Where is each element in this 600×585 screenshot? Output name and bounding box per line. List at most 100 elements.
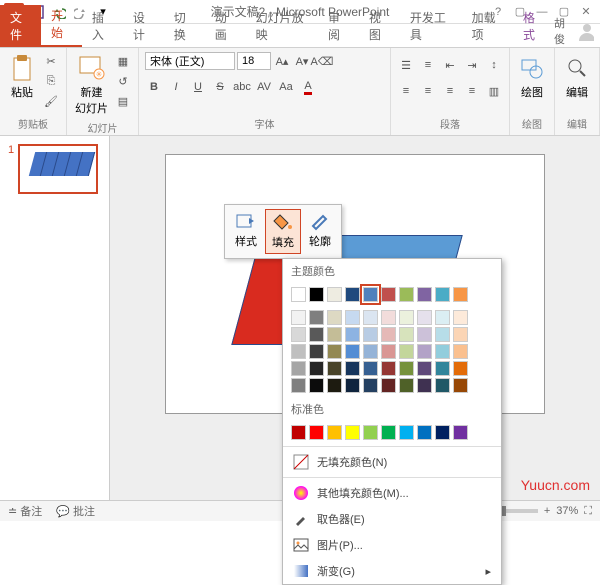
- avatar-icon[interactable]: [577, 21, 594, 41]
- color-swatch[interactable]: [363, 287, 378, 302]
- tab-format[interactable]: 格式: [513, 5, 554, 47]
- picture-fill-item[interactable]: 图片(P)...: [283, 532, 501, 558]
- color-swatch[interactable]: [417, 378, 432, 393]
- thumbnail-panel[interactable]: 1: [0, 136, 110, 500]
- new-slide-button[interactable]: ✳ 新建 幻灯片: [73, 52, 110, 118]
- decrease-font-icon[interactable]: A▾: [293, 52, 311, 70]
- color-swatch[interactable]: [453, 344, 468, 359]
- gradient-fill-item[interactable]: 渐变(G) ▸: [283, 558, 501, 584]
- zoom-value[interactable]: 37%: [556, 505, 578, 517]
- format-painter-icon[interactable]: 🖌: [42, 92, 60, 110]
- color-swatch[interactable]: [381, 378, 396, 393]
- strike-icon[interactable]: S: [211, 78, 229, 96]
- color-swatch[interactable]: [345, 287, 360, 302]
- outline-button[interactable]: 轮廓: [303, 209, 337, 254]
- color-swatch[interactable]: [363, 327, 378, 342]
- color-swatch[interactable]: [291, 344, 306, 359]
- style-button[interactable]: 样式: [229, 209, 263, 254]
- color-swatch[interactable]: [399, 344, 414, 359]
- color-swatch[interactable]: [327, 378, 342, 393]
- clear-format-icon[interactable]: A⌫: [313, 52, 331, 70]
- color-swatch[interactable]: [381, 425, 396, 440]
- bold-icon[interactable]: B: [145, 78, 163, 96]
- user-name[interactable]: 胡俊: [554, 15, 573, 47]
- color-swatch[interactable]: [309, 287, 324, 302]
- color-swatch[interactable]: [309, 425, 324, 440]
- tab-transition[interactable]: 切换: [164, 5, 205, 47]
- reset-icon[interactable]: ↺: [114, 72, 132, 90]
- bullets-icon[interactable]: ☰: [397, 56, 415, 74]
- notes-button[interactable]: ≐ 备注: [8, 503, 42, 519]
- color-swatch[interactable]: [435, 287, 450, 302]
- fit-icon[interactable]: ⛶: [584, 505, 592, 518]
- color-swatch[interactable]: [327, 425, 342, 440]
- tab-addins[interactable]: 加载项: [462, 5, 513, 47]
- font-size-select[interactable]: 18: [237, 52, 271, 70]
- tab-animation[interactable]: 动画: [205, 5, 246, 47]
- color-swatch[interactable]: [345, 344, 360, 359]
- italic-icon[interactable]: I: [167, 78, 185, 96]
- color-swatch[interactable]: [291, 310, 306, 325]
- tab-home[interactable]: 开始: [41, 3, 82, 47]
- spacing-icon[interactable]: AV: [255, 78, 273, 96]
- section-icon[interactable]: ▤: [114, 92, 132, 110]
- color-swatch[interactable]: [345, 327, 360, 342]
- color-swatch[interactable]: [327, 344, 342, 359]
- color-swatch[interactable]: [453, 361, 468, 376]
- color-swatch[interactable]: [435, 327, 450, 342]
- font-name-select[interactable]: 宋体 (正文): [145, 52, 235, 70]
- color-swatch[interactable]: [453, 287, 468, 302]
- tab-developer[interactable]: 开发工具: [400, 5, 462, 47]
- color-swatch[interactable]: [345, 361, 360, 376]
- tab-slideshow[interactable]: 幻灯片放映: [246, 5, 318, 47]
- color-swatch[interactable]: [453, 378, 468, 393]
- more-colors-item[interactable]: 其他填充颜色(M)...: [283, 480, 501, 506]
- color-swatch[interactable]: [417, 327, 432, 342]
- numbering-icon[interactable]: ≡: [419, 56, 437, 74]
- color-swatch[interactable]: [417, 344, 432, 359]
- color-swatch[interactable]: [399, 310, 414, 325]
- color-swatch[interactable]: [435, 361, 450, 376]
- color-swatch[interactable]: [435, 310, 450, 325]
- color-swatch[interactable]: [291, 425, 306, 440]
- color-swatch[interactable]: [309, 310, 324, 325]
- color-swatch[interactable]: [327, 310, 342, 325]
- editing-button[interactable]: 编辑: [561, 52, 593, 102]
- line-spacing-icon[interactable]: ↕: [485, 56, 503, 74]
- slide-thumbnail[interactable]: [18, 144, 98, 194]
- color-swatch[interactable]: [399, 425, 414, 440]
- color-swatch[interactable]: [291, 378, 306, 393]
- color-swatch[interactable]: [327, 287, 342, 302]
- color-swatch[interactable]: [417, 310, 432, 325]
- comments-button[interactable]: 💬 批注: [56, 503, 95, 519]
- drawing-button[interactable]: 绘图: [516, 52, 548, 102]
- color-swatch[interactable]: [453, 425, 468, 440]
- color-swatch[interactable]: [309, 361, 324, 376]
- cut-icon[interactable]: ✂: [42, 52, 60, 70]
- columns-icon[interactable]: ▥: [485, 82, 503, 100]
- color-swatch[interactable]: [417, 287, 432, 302]
- color-swatch[interactable]: [435, 344, 450, 359]
- color-swatch[interactable]: [345, 310, 360, 325]
- tab-insert[interactable]: 插入: [82, 5, 123, 47]
- color-swatch[interactable]: [309, 327, 324, 342]
- color-swatch[interactable]: [363, 425, 378, 440]
- color-swatch[interactable]: [399, 327, 414, 342]
- color-swatch[interactable]: [291, 327, 306, 342]
- indent-inc-icon[interactable]: ⇥: [463, 56, 481, 74]
- color-swatch[interactable]: [399, 361, 414, 376]
- align-left-icon[interactable]: ≡: [397, 82, 415, 100]
- copy-icon[interactable]: ⎘: [42, 72, 60, 90]
- fill-button[interactable]: 填充: [265, 209, 301, 254]
- color-swatch[interactable]: [435, 378, 450, 393]
- tab-design[interactable]: 设计: [123, 5, 164, 47]
- zoom-in-icon[interactable]: +: [544, 505, 550, 517]
- color-swatch[interactable]: [291, 287, 306, 302]
- color-swatch[interactable]: [453, 327, 468, 342]
- justify-icon[interactable]: ≡: [463, 82, 481, 100]
- align-right-icon[interactable]: ≡: [441, 82, 459, 100]
- color-swatch[interactable]: [381, 287, 396, 302]
- font-color-icon[interactable]: A: [299, 78, 317, 96]
- case-icon[interactable]: Aa: [277, 78, 295, 96]
- color-swatch[interactable]: [345, 378, 360, 393]
